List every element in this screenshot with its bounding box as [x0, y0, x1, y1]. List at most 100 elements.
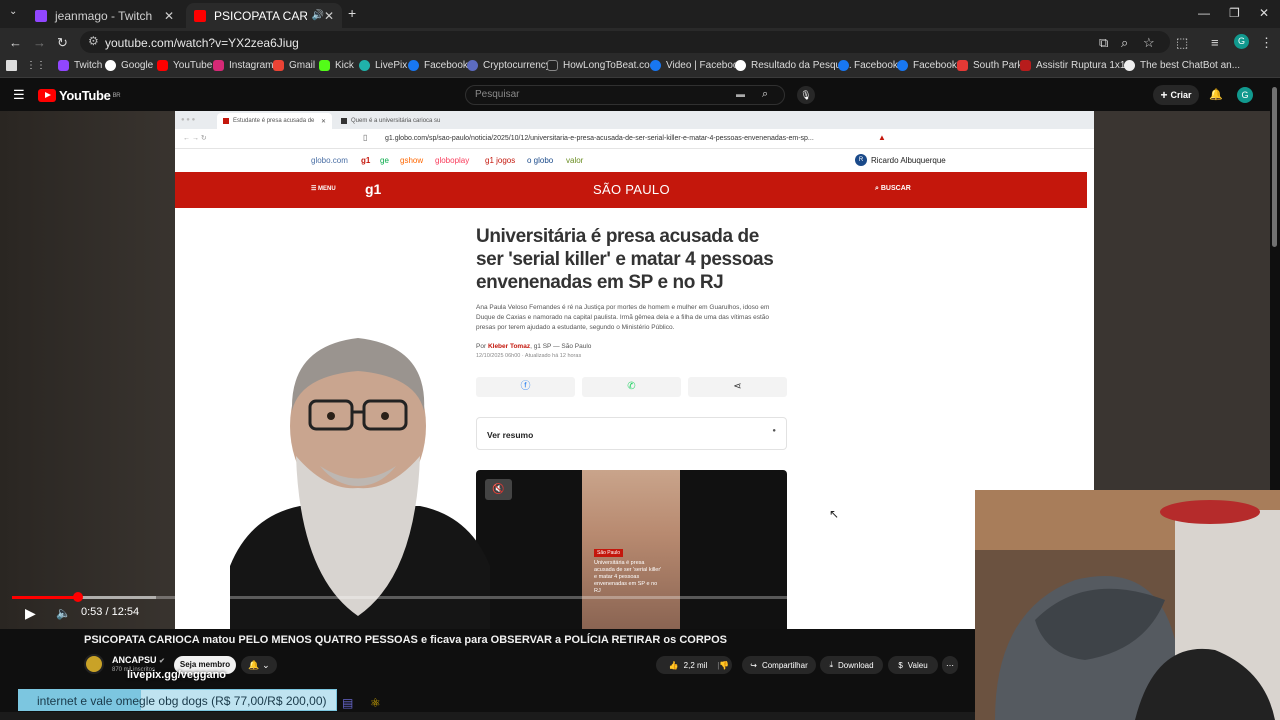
- bookmark-south-park[interactable]: South Park: [957, 60, 1022, 71]
- facebook-share-icon: ⓕ: [476, 377, 575, 397]
- install-icon[interactable]: ⧉: [1099, 35, 1108, 51]
- bookmark-youtube[interactable]: YouTube: [157, 60, 212, 71]
- bookmark-facebook-2[interactable]: Facebook: [838, 60, 898, 71]
- youtube-logo[interactable]: YouTube BR: [38, 88, 121, 103]
- user-avatar[interactable]: G: [1237, 87, 1253, 103]
- play-icon[interactable]: ▶: [25, 605, 36, 622]
- scrollbar-thumb[interactable]: [1272, 87, 1277, 247]
- twitch-icon: [35, 9, 47, 22]
- site-info-icon[interactable]: ⚙: [88, 34, 99, 48]
- buffered-bar: [77, 596, 157, 599]
- browser-tab-bar: ⌄ jeanmago - Twitch ✕ PSICOPATA CARIOCA …: [0, 0, 1280, 28]
- tab-twitch[interactable]: jeanmago - Twitch ✕: [27, 3, 182, 28]
- profile-avatar[interactable]: G: [1234, 34, 1249, 49]
- grid-icon[interactable]: ⋮⋮: [26, 60, 46, 71]
- bookmark-facebook-3[interactable]: Facebook: [897, 60, 957, 71]
- forward-icon[interactable]: →: [33, 35, 46, 50]
- url-text: youtube.com/watch?v=YX2zea6Jiug: [105, 36, 299, 50]
- apps-icon[interactable]: [6, 60, 22, 71]
- video-thumbnail: São Paulo Universitária é presa acusada …: [582, 470, 680, 629]
- livepix-overlay: livepix.gg/veggano: [127, 669, 227, 681]
- search-icon[interactable]: ⌕: [762, 88, 768, 101]
- donation-goal-bar: internet e vale omegle obg dogs (R$ 77,0…: [18, 689, 337, 711]
- volume-icon[interactable]: 🔈: [56, 606, 71, 620]
- inner-url: g1.globo.com/sp/sao-paulo/noticia/2025/1…: [385, 135, 814, 142]
- article-header: Universitária é presa acusada de ser 'se…: [476, 225, 788, 359]
- seek-handle[interactable]: [72, 592, 83, 602]
- close-icon[interactable]: ✕: [164, 9, 174, 23]
- hamburger-menu-icon[interactable]: ☰: [13, 87, 25, 103]
- window-close-button[interactable]: ✕: [1259, 6, 1269, 20]
- article-date: 12/10/2025 06h00 · Atualizado há 12 hora…: [476, 353, 582, 359]
- tab-youtube[interactable]: PSICOPATA CARIOCA matou 🔊 ✕: [186, 3, 342, 28]
- notifications-bell-icon[interactable]: 🔔: [1209, 88, 1223, 101]
- menu-icon[interactable]: ⋮: [1260, 35, 1273, 51]
- speaker-icon[interactable]: 🔊: [311, 10, 323, 21]
- bookmark-resultado[interactable]: Resultado da Pesqui...: [735, 60, 852, 71]
- bookmark-chatbot[interactable]: The best ChatBot an...: [1124, 60, 1240, 71]
- app-icon[interactable]: ⚛: [370, 696, 381, 710]
- create-button[interactable]: + Criar: [1153, 85, 1199, 105]
- share-button[interactable]: ↪ Compartilhar: [742, 656, 816, 674]
- bookmark-video-facebook[interactable]: Video | Facebook: [650, 60, 743, 71]
- new-tab-button[interactable]: +: [348, 5, 356, 21]
- bookmark-cryptocurrency[interactable]: Cryptocurrency: [467, 60, 551, 71]
- bookmark-howlongtobeat[interactable]: HowLongToBeat.co...: [547, 60, 658, 71]
- inner-tab-2: Quem é a universitária carioca su: [335, 113, 450, 129]
- reload-icon[interactable]: ↻: [57, 35, 68, 51]
- video-title: PSICOPATA CARIOCA matou PELO MENOS QUATR…: [84, 634, 727, 646]
- microphone-icon[interactable]: 🎙: [797, 86, 815, 104]
- minimize-button[interactable]: —: [1198, 6, 1210, 20]
- bookmark-google[interactable]: Google: [105, 60, 153, 71]
- warning-icon: ▲: [878, 133, 886, 142]
- seek-bar[interactable]: [12, 592, 974, 602]
- close-icon[interactable]: ✕: [324, 9, 334, 23]
- share-arrow-icon: ↪: [750, 660, 757, 670]
- bookmark-icon: ▯: [363, 133, 368, 142]
- maximize-button[interactable]: ❐: [1229, 6, 1240, 20]
- extensions-icon[interactable]: ⬚: [1176, 35, 1188, 51]
- tab-search-icon[interactable]: ⌄: [9, 6, 17, 17]
- bookmark-twitch[interactable]: Twitch: [58, 60, 102, 71]
- back-icon[interactable]: ←: [9, 35, 22, 50]
- time-display: 0:53 / 12:54: [81, 606, 140, 618]
- summary-box: Ver resumo ●: [476, 417, 787, 450]
- inner-tab-1: Estudante é presa acusada de ✕: [217, 113, 332, 129]
- youtube-icon: [194, 9, 206, 22]
- channel-name[interactable]: ANCAPSU ✔: [112, 655, 165, 665]
- bookmark-instagram[interactable]: Instagram: [213, 60, 273, 71]
- whatsapp-share-icon: ✆: [582, 377, 681, 397]
- played-bar: [12, 596, 78, 599]
- inner-tab-bar: ● ● ● Estudante é presa acusada de ✕ Quem…: [175, 111, 1094, 129]
- streamer-camera: [230, 338, 490, 629]
- search-input[interactable]: Pesquisar ▬ ⌕: [465, 85, 785, 105]
- bookmark-livepix[interactable]: LivePix: [359, 60, 407, 71]
- page-scrollbar[interactable]: [1270, 79, 1280, 490]
- article-byline: Por Kleber Tomaz, g1 SP — São Paulo: [476, 343, 592, 350]
- taskbar: [0, 712, 975, 720]
- dislike-button[interactable]: 👎: [713, 656, 735, 674]
- channel-avatar[interactable]: [84, 654, 104, 674]
- subscribed-bell-button[interactable]: 🔔 ⌄: [241, 656, 277, 674]
- webcam-overlay: [975, 490, 1280, 720]
- youtube-header: ☰ YouTube BR Pesquisar ▬ ⌕ 🎙 + Criar 🔔 G: [0, 79, 1280, 111]
- thumbs-down-icon: 👎: [719, 660, 729, 670]
- bookmark-kick[interactable]: Kick: [319, 60, 354, 71]
- donation-goal-text: internet e vale omegle obg dogs (R$ 77,0…: [37, 694, 327, 708]
- bookmark-star-icon[interactable]: ☆: [1143, 35, 1155, 51]
- zoom-icon[interactable]: ⌕: [1121, 35, 1128, 51]
- tab-title: PSICOPATA CARIOCA matou: [214, 8, 308, 23]
- bookmark-facebook[interactable]: Facebook: [408, 60, 468, 71]
- keyboard-icon[interactable]: ▬: [736, 89, 745, 99]
- media-icon[interactable]: ≡: [1211, 35, 1219, 50]
- download-button[interactable]: ⤓ Download: [820, 656, 883, 674]
- section-title: SÃO PAULO: [593, 182, 670, 197]
- share-bar: ⓕ ✆ ⋖: [476, 377, 787, 397]
- bookmark-gmail[interactable]: Gmail: [273, 60, 315, 71]
- notepad-icon[interactable]: ▤: [342, 696, 353, 710]
- article-headline: Universitária é presa acusada de ser 'se…: [476, 226, 774, 293]
- address-bar[interactable]: ⚙ youtube.com/watch?v=YX2zea6Jiug: [80, 31, 1170, 53]
- more-actions-button[interactable]: ⋯: [942, 656, 958, 674]
- thanks-button[interactable]: $ Valeu: [888, 656, 938, 674]
- bookmark-ruptura[interactable]: Assistir Ruptura 1x1...: [1020, 60, 1134, 71]
